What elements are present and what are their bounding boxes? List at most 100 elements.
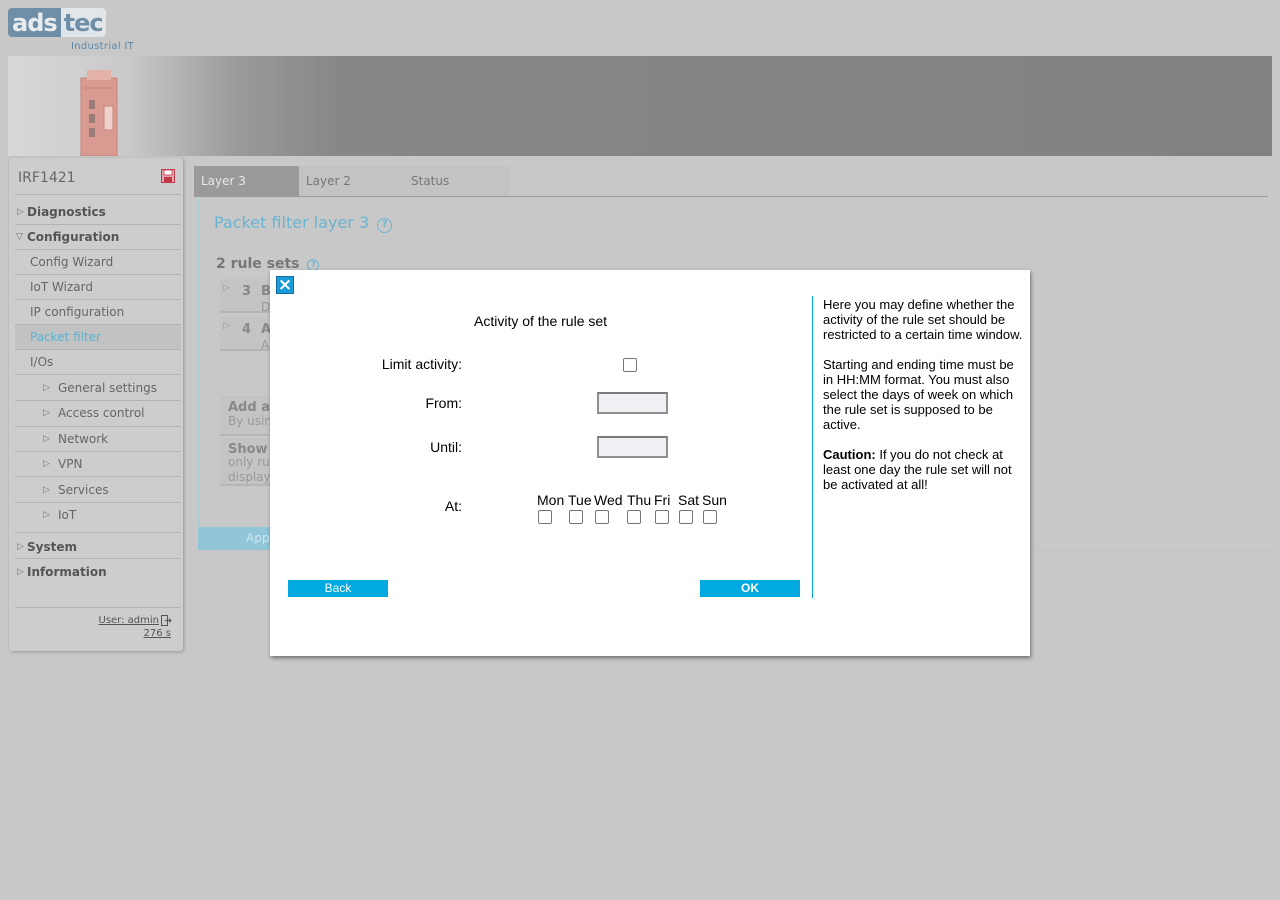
sidebar-item-packet-filter[interactable]: Packet filter xyxy=(15,325,181,349)
dialog-title: Activity of the rule set xyxy=(474,313,608,329)
triangle-right-icon: ▷ xyxy=(223,283,230,293)
sidebar-item-diagnostics[interactable]: ▷ Diagnostics xyxy=(15,200,181,224)
logout-icon[interactable] xyxy=(161,615,172,626)
day-label-thu: Thu xyxy=(627,492,652,508)
limit-activity-label: Limit activity: xyxy=(381,356,462,372)
from-label: From: xyxy=(425,395,462,411)
sidebar-item-label: I/Os xyxy=(30,355,54,369)
logo-text-right: tec xyxy=(60,8,106,37)
router-device-image xyxy=(80,70,118,156)
triangle-down-icon: ▽ xyxy=(16,232,23,242)
session-timer: 276 s xyxy=(143,628,171,639)
triangle-right-icon: ▷ xyxy=(43,383,50,393)
sidebar-item-ip-configuration[interactable]: IP configuration xyxy=(15,300,181,324)
device-name: IRF1421 xyxy=(18,170,76,186)
caution-label: Caution: xyxy=(823,447,876,462)
rule-number: 4 xyxy=(242,322,252,337)
back-button[interactable]: Back xyxy=(288,580,388,597)
sidebar-item-system[interactable]: ▷ System xyxy=(15,535,181,559)
sidebar-item-ios[interactable]: I/Os xyxy=(15,350,181,374)
sidebar-item-access-control[interactable]: ▷ Access control xyxy=(15,401,181,425)
tab-layer-3[interactable]: Layer 3 xyxy=(194,166,299,196)
divider xyxy=(15,607,181,608)
sidebar-item-network[interactable]: ▷ Network xyxy=(15,427,181,451)
help-panel: Here you may define whether the activity… xyxy=(823,297,1027,507)
add-rule-text: By usin xyxy=(228,414,272,428)
sidebar-item-iot-wizard[interactable]: IoT Wizard xyxy=(15,275,181,299)
day-label-tue: Tue xyxy=(568,492,592,508)
until-label: Until: xyxy=(430,439,462,455)
sidebar-item-services[interactable]: ▷ Services xyxy=(15,478,181,502)
tab-layer-2[interactable]: Layer 2 xyxy=(299,166,404,196)
help-caution: Caution: If you do not check at least on… xyxy=(823,447,1027,492)
sidebar-item-iot[interactable]: ▷ IoT xyxy=(15,503,181,527)
sidebar-item-general-settings[interactable]: ▷ General settings xyxy=(15,376,181,400)
from-time-input[interactable] xyxy=(597,392,668,414)
triangle-right-icon: ▷ xyxy=(17,567,24,577)
rule-description: A xyxy=(261,338,270,352)
sidebar-item-config-wizard[interactable]: Config Wizard xyxy=(15,250,181,274)
day-checkbox-wed[interactable] xyxy=(595,510,609,524)
sidebar-item-label: Information xyxy=(27,565,107,579)
divider xyxy=(15,532,181,533)
triangle-right-icon: ▷ xyxy=(43,408,50,418)
triangle-right-icon: ▷ xyxy=(43,485,50,495)
sidebar-item-information[interactable]: ▷ Information xyxy=(15,560,181,584)
triangle-right-icon: ▷ xyxy=(43,510,50,520)
help-divider xyxy=(812,296,813,598)
sidebar-item-label: System xyxy=(27,540,77,554)
add-rule-title: Add a xyxy=(228,400,270,415)
sidebar-item-label: Packet filter xyxy=(30,330,101,344)
until-time-input[interactable] xyxy=(597,436,668,458)
ok-button[interactable]: OK xyxy=(700,580,800,597)
divider xyxy=(15,476,181,477)
logo-text-left: ads xyxy=(12,8,58,37)
sidebar-item-label: General settings xyxy=(58,381,157,395)
triangle-right-icon: ▷ xyxy=(17,207,24,217)
day-label-sat: Sat xyxy=(678,492,700,508)
day-checkbox-tue[interactable] xyxy=(569,510,583,524)
sidebar-item-configuration[interactable]: ▽ Configuration xyxy=(15,225,181,249)
sidebar-item-vpn[interactable]: ▷ VPN xyxy=(15,452,181,476)
rule-number: 3 xyxy=(242,284,252,299)
day-checkbox-fri[interactable] xyxy=(655,510,669,524)
limit-activity-checkbox[interactable] xyxy=(623,358,637,372)
day-label-wed: Wed xyxy=(594,492,623,508)
close-icon[interactable]: × xyxy=(276,276,294,294)
content-left-border xyxy=(198,198,199,550)
save-icon[interactable] xyxy=(161,169,175,183)
at-label: At: xyxy=(444,498,462,514)
triangle-right-icon: ▷ xyxy=(43,434,50,444)
sidebar-item-label: Config Wizard xyxy=(30,255,114,269)
day-label-mon: Mon xyxy=(537,492,565,508)
sidebar-item-label: IoT Wizard xyxy=(30,280,93,294)
day-checkbox-sun[interactable] xyxy=(703,510,717,524)
user-link[interactable]: User: admin xyxy=(99,615,160,626)
sidebar-item-label: Configuration xyxy=(27,230,120,244)
sidebar-item-label: Network xyxy=(58,432,109,446)
show-rules-text: only ru xyxy=(228,455,270,469)
sidebar-item-label: IP configuration xyxy=(30,305,125,319)
header-banner xyxy=(8,56,1272,156)
triangle-right-icon: ▷ xyxy=(223,321,230,331)
logo-mark: ads tec xyxy=(8,8,106,37)
sidebar-item-label: VPN xyxy=(58,457,83,471)
show-rules-text: display xyxy=(228,470,271,484)
tab-status[interactable]: Status xyxy=(404,166,509,196)
sidebar-item-label: Diagnostics xyxy=(27,205,106,219)
help-icon[interactable]: ? xyxy=(377,218,393,233)
day-checkbox-thu[interactable] xyxy=(627,510,641,524)
page-title: Packet filter layer 3 ? xyxy=(214,213,393,233)
triangle-right-icon: ▷ xyxy=(17,542,24,552)
day-checkbox-mon[interactable] xyxy=(538,510,552,524)
sidebar-item-label: IoT xyxy=(58,508,77,522)
sidebar-item-label: Access control xyxy=(58,406,145,420)
apply-button[interactable]: Appl xyxy=(198,527,278,550)
help-paragraph: Starting and ending time must be in HH:M… xyxy=(823,357,1014,432)
tab-bar: Layer 3 Layer 2 Status xyxy=(194,166,509,196)
company-logo: ads tec Industrial IT xyxy=(8,8,138,54)
sidebar: IRF1421 ▷ Diagnostics ▽ Configuration Co… xyxy=(9,158,183,651)
day-checkbox-sat[interactable] xyxy=(679,510,693,524)
rule-description: D xyxy=(261,300,271,314)
divider xyxy=(15,558,181,559)
